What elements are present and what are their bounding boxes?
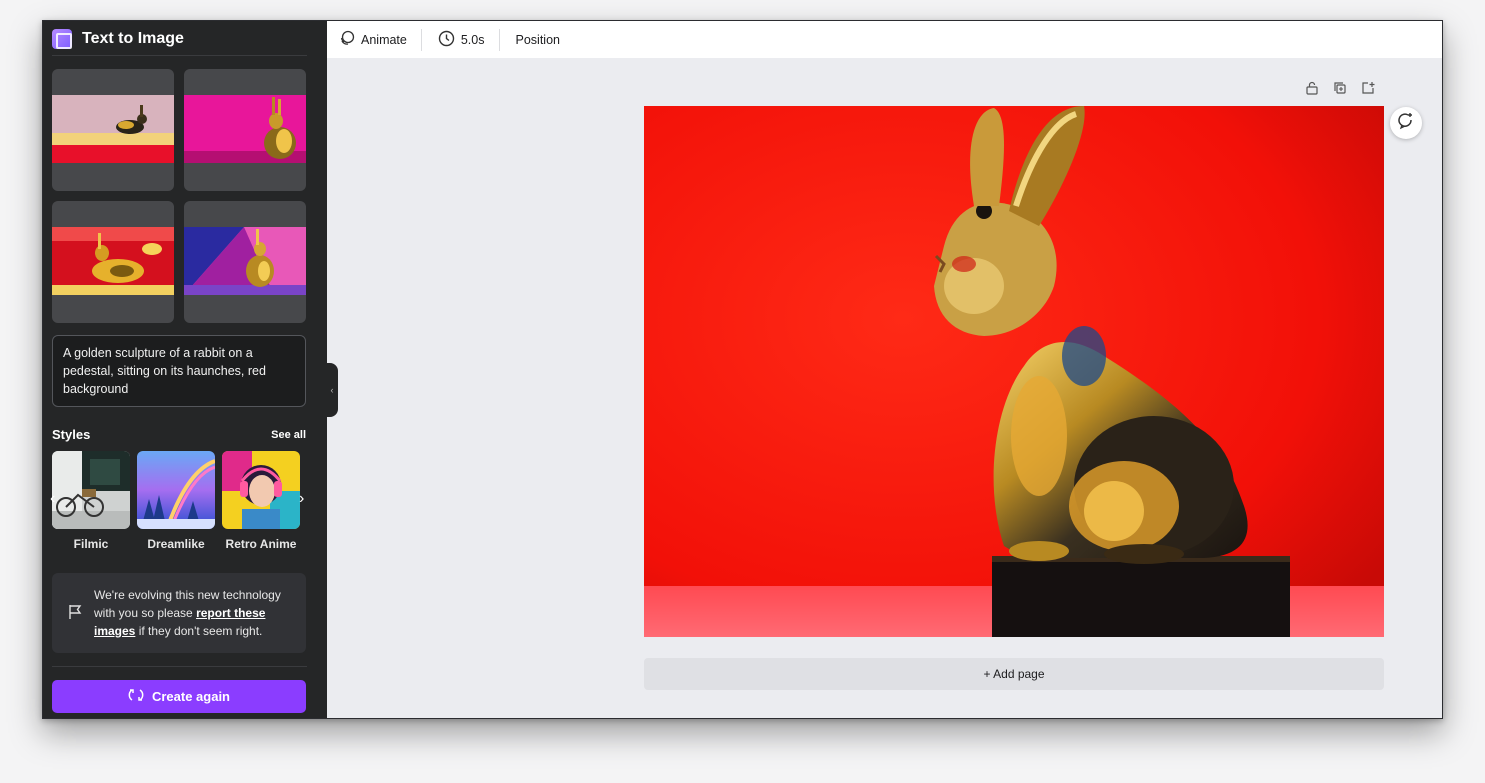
app-window: Text to Image A golden sculpture of a ra… [42, 20, 1443, 719]
style-name-retro-anime: Retro Anime [225, 537, 297, 551]
lock-icon[interactable] [1305, 81, 1319, 100]
top-toolbar: Animate 5.0s Position [327, 21, 1442, 58]
generated-result-1[interactable] [52, 69, 174, 191]
collapse-panel-tab[interactable]: ‹ [326, 363, 338, 417]
generated-result-3[interactable] [52, 201, 174, 323]
style-card-retro-anime[interactable] [222, 451, 300, 529]
notice-text: We're evolving this new technology with … [94, 586, 299, 640]
feedback-notice: We're evolving this new technology with … [52, 573, 306, 653]
flag-icon [68, 604, 82, 625]
styles-label: Styles [52, 427, 91, 442]
duration-label: 5.0s [460, 32, 485, 47]
style-name-filmic: Filmic [73, 537, 109, 551]
style-name-dreamlike: Dreamlike [147, 537, 205, 551]
page-tools [1305, 81, 1375, 100]
toolbar-divider [420, 28, 422, 51]
animate-button[interactable]: Animate [337, 30, 421, 49]
chevron-left-icon[interactable]: ‹ [50, 491, 55, 507]
divider [52, 55, 307, 56]
create-again-button[interactable]: Create again [52, 680, 306, 713]
refresh-comment-icon [1397, 112, 1415, 135]
sidebar-title: Text to Image [82, 30, 184, 47]
style-card-filmic[interactable] [52, 451, 130, 529]
generated-result-2[interactable] [184, 69, 306, 191]
generated-image-canvas[interactable] [644, 106, 1384, 637]
position-button[interactable]: Position [514, 33, 574, 47]
duration-button[interactable]: 5.0s [436, 30, 499, 50]
style-card-dreamlike[interactable] [137, 451, 215, 529]
animate-icon [339, 30, 355, 49]
toolbar-divider [498, 28, 500, 51]
text-to-image-app-icon [52, 29, 72, 49]
refresh-comment-button[interactable] [1390, 107, 1422, 139]
duplicate-icon[interactable] [1333, 81, 1347, 100]
animate-label: Animate [361, 32, 407, 47]
sidebar-panel: Text to Image A golden sculpture of a ra… [43, 21, 327, 718]
position-label: Position [515, 32, 560, 47]
clock-icon [438, 30, 455, 50]
sidebar-header: Text to Image [52, 25, 184, 53]
add-page-button[interactable]: + Add page [644, 658, 1384, 690]
styles-header: Styles See all [52, 427, 306, 442]
refresh-icon [128, 687, 144, 706]
create-again-label: Create again [151, 689, 231, 704]
divider [52, 666, 307, 667]
notice-text-after: if they don't seem right. [135, 624, 263, 638]
chevron-right-icon[interactable]: › [299, 491, 304, 507]
chevron-left-icon: ‹ [330, 385, 334, 395]
prompt-textarea[interactable]: A golden sculpture of a rabbit on a pede… [52, 335, 306, 407]
add-page-icon[interactable] [1361, 81, 1375, 100]
see-all-link[interactable]: See all [271, 429, 306, 441]
generated-result-4[interactable] [184, 201, 306, 323]
